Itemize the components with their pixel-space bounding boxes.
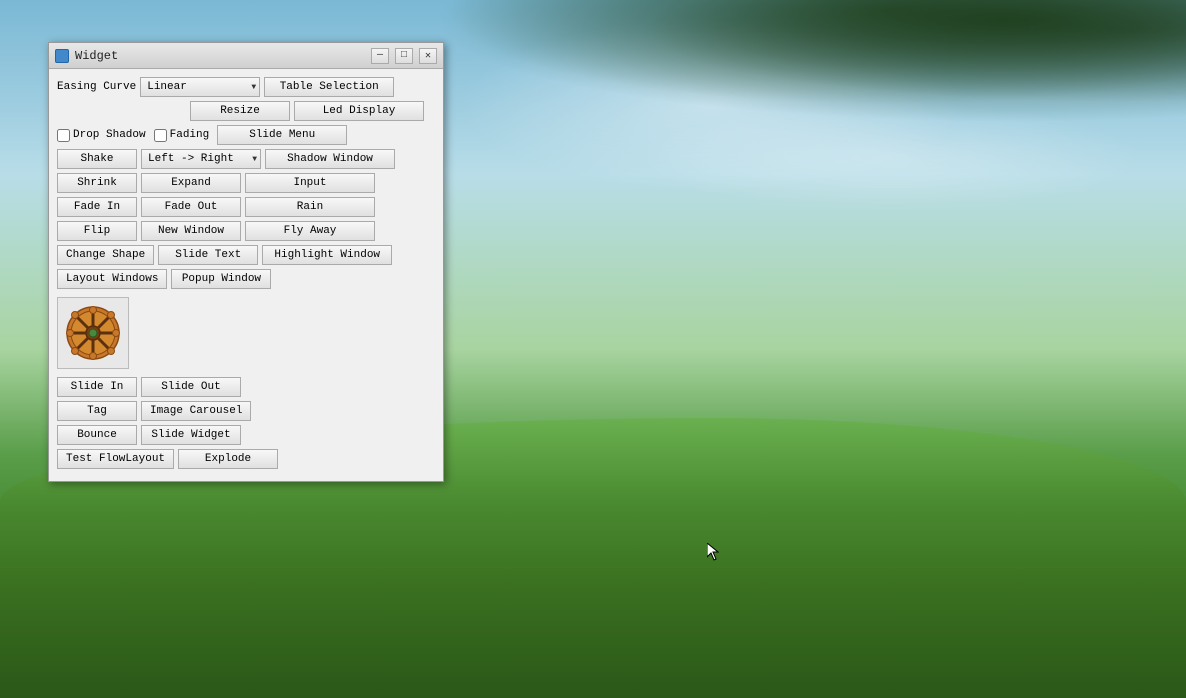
table-selection-button[interactable]: Table Selection (264, 77, 394, 97)
row-fade: Fade In Fade Out Rain (57, 197, 435, 217)
direction-select[interactable]: Left -> Right Right -> Left Top -> Botto… (141, 149, 261, 169)
fade-in-button[interactable]: Fade In (57, 197, 137, 217)
layout-windows-button[interactable]: Layout Windows (57, 269, 167, 289)
row-resize: Resize Led Display (190, 101, 435, 121)
direction-wrapper: Left -> Right Right -> Left Top -> Botto… (141, 149, 261, 169)
tag-button[interactable]: Tag (57, 401, 137, 421)
highlight-window-button[interactable]: Highlight Window (262, 245, 392, 265)
row-bounce: Bounce Slide Widget (57, 425, 435, 445)
test-flowlayout-button[interactable]: Test FlowLayout (57, 449, 174, 469)
slide-out-button[interactable]: Slide Out (141, 377, 241, 397)
expand-button[interactable]: Expand (141, 173, 241, 193)
shake-button[interactable]: Shake (57, 149, 137, 169)
row-slide: Slide In Slide Out (57, 377, 435, 397)
close-button[interactable]: ✕ (419, 48, 437, 64)
flip-button[interactable]: Flip (57, 221, 137, 241)
bounce-button[interactable]: Bounce (57, 425, 137, 445)
fade-out-button[interactable]: Fade Out (141, 197, 241, 217)
row-change-shape: Change Shape Slide Text Highlight Window (57, 245, 435, 265)
input-button[interactable]: Input (245, 173, 375, 193)
window-content: Easing Curve Linear Ease In Ease Out Eas… (49, 69, 443, 481)
fading-label[interactable]: Fading (154, 129, 210, 142)
title-bar: Widget — □ ✕ (49, 43, 443, 69)
ship-wheel-icon (65, 305, 121, 361)
row-tag: Tag Image Carousel (57, 401, 435, 421)
drop-shadow-checkbox[interactable] (57, 129, 70, 142)
window-icon (55, 49, 69, 63)
widget-window: Widget — □ ✕ Easing Curve Linear Ease In… (48, 42, 444, 482)
rain-button[interactable]: Rain (245, 197, 375, 217)
image-carousel-button[interactable]: Image Carousel (141, 401, 251, 421)
maximize-button[interactable]: □ (395, 48, 413, 64)
explode-button[interactable]: Explode (178, 449, 278, 469)
slide-menu-button[interactable]: Slide Menu (217, 125, 347, 145)
row-flowlayout: Test FlowLayout Explode (57, 449, 435, 469)
row-easing: Easing Curve Linear Ease In Ease Out Eas… (57, 77, 435, 97)
slide-widget-button[interactable]: Slide Widget (141, 425, 241, 445)
row-layout: Layout Windows Popup Window (57, 269, 435, 289)
new-window-button[interactable]: New Window (141, 221, 241, 241)
resize-button[interactable]: Resize (190, 101, 290, 121)
easing-curve-select[interactable]: Linear Ease In Ease Out Ease In Out (140, 77, 260, 97)
window-title: Widget (75, 49, 365, 63)
minimize-button[interactable]: — (371, 48, 389, 64)
shadow-window-button[interactable]: Shadow Window (265, 149, 395, 169)
drop-shadow-label[interactable]: Drop Shadow (57, 129, 146, 142)
fading-checkbox[interactable] (154, 129, 167, 142)
row-checkboxes: Drop Shadow Fading Slide Menu (57, 125, 435, 145)
shrink-button[interactable]: Shrink (57, 173, 137, 193)
fly-away-button[interactable]: Fly Away (245, 221, 375, 241)
row-shrink: Shrink Expand Input (57, 173, 435, 193)
wheel-icon-area (57, 297, 129, 369)
slide-text-button[interactable]: Slide Text (158, 245, 258, 265)
slide-in-button[interactable]: Slide In (57, 377, 137, 397)
led-display-button[interactable]: Led Display (294, 101, 424, 121)
popup-window-button[interactable]: Popup Window (171, 269, 271, 289)
row-flip: Flip New Window Fly Away (57, 221, 435, 241)
easing-curve-wrapper: Linear Ease In Ease Out Ease In Out ▼ (140, 77, 260, 97)
change-shape-button[interactable]: Change Shape (57, 245, 154, 265)
row-icon (57, 293, 435, 373)
row-shake: Shake Left -> Right Right -> Left Top ->… (57, 149, 435, 169)
easing-curve-label: Easing Curve (57, 81, 136, 93)
